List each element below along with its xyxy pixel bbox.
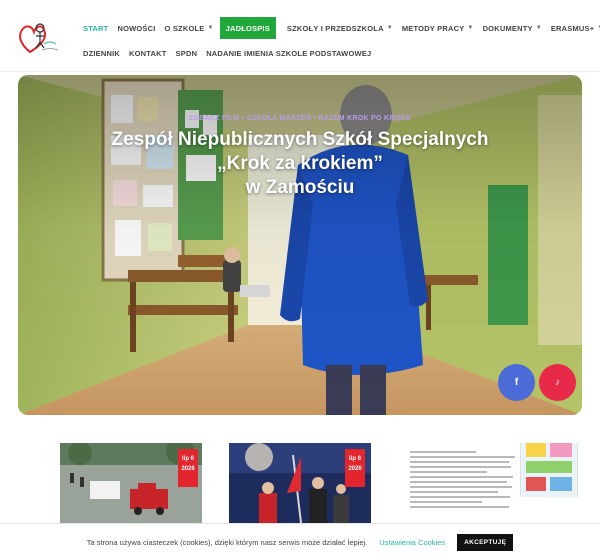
nav-label: NOWOŚCI	[117, 23, 156, 33]
hero-kicker: ZOBACZ FILM • SZKOŁA MARZEŃ • RAZEM KROK…	[188, 115, 412, 122]
news-card-document[interactable]	[400, 443, 580, 523]
nav-o-szkole[interactable]: O SZKOLE ▼	[162, 18, 220, 38]
text-line	[410, 451, 476, 453]
cookie-message: Ta strona używa ciasteczek (cookies), dz…	[86, 537, 368, 547]
chevron-down-icon: ▼	[467, 25, 474, 31]
date-badge: lip 6 2026	[345, 449, 365, 487]
text-line	[410, 471, 487, 473]
site-header: START NOWOŚCI O SZKOLE ▼ JADŁOSPIS SZKOŁY…	[0, 0, 600, 72]
nav-label: DZIENNIK	[83, 48, 121, 58]
text-line	[410, 456, 515, 458]
date-year: 2026	[348, 466, 362, 472]
nav-nowosci[interactable]: NOWOŚCI	[114, 18, 161, 38]
nav-erasmus[interactable]: ERASMUS+▼	[548, 18, 600, 38]
main-navigation: START NOWOŚCI O SZKOLE ▼ JADŁOSPIS SZKOŁY…	[80, 16, 600, 66]
nav-start[interactable]: START	[80, 18, 114, 38]
logo-heart-icon	[19, 23, 59, 54]
facebook-icon: f	[514, 377, 519, 388]
document-text-preview	[410, 451, 520, 511]
hero-text-block: ZOBACZ FILM • SZKOŁA MARZEŃ • RAZEM KROK…	[18, 115, 582, 200]
nav-label: SPDN	[175, 48, 198, 58]
text-line	[410, 501, 482, 503]
cookie-accept-button[interactable]: AKCEPTUJĘ	[457, 533, 514, 551]
school-logo[interactable]	[18, 18, 64, 58]
nav-label: JADŁOSPIS	[225, 23, 270, 33]
chevron-down-icon: ▼	[386, 25, 393, 31]
chevron-down-icon: ▼	[535, 25, 542, 31]
hero-video-banner[interactable]: ZOBACZ FILM • SZKOŁA MARZEŃ • RAZEM KROK…	[18, 75, 582, 415]
hero-title-line: „Krok za krokiem”	[217, 153, 383, 174]
tiktok-button[interactable]: ♪	[539, 364, 576, 401]
date-day: lip 6	[181, 456, 194, 462]
nav-metody-pracy[interactable]: METODY PRACY ▼	[399, 18, 480, 38]
nav-label: METODY PRACY	[401, 23, 465, 33]
text-line	[410, 481, 507, 483]
date-day: lip 6	[348, 456, 361, 462]
date-year: 2026	[181, 466, 195, 472]
nav-kontakt[interactable]: KONTAKT	[126, 43, 173, 63]
text-line	[410, 506, 509, 508]
nav-label: NADANIE IMIENIA SZKOLE PODSTAWOWEJ	[206, 48, 372, 58]
tiktok-icon: ♪	[555, 377, 560, 388]
nav-szkoly-i-przedszkola[interactable]: SZKOŁY I PRZEDSZKOLA ▼	[284, 18, 399, 38]
nav-label: DOKUMENTY	[482, 23, 533, 33]
nav-dokumenty[interactable]: DOKUMENTY ▼	[480, 18, 548, 38]
text-line	[410, 461, 509, 463]
chevron-down-icon: ▼	[207, 25, 214, 31]
text-line	[410, 486, 513, 488]
text-line	[410, 476, 514, 478]
nav-label: ERASMUS+	[550, 23, 595, 33]
nav-jadlospis[interactable]: JADŁOSPIS	[219, 17, 276, 39]
hero-title: Zespół Niepublicznych Szkół Specjalnych …	[18, 128, 582, 200]
nav-row-secondary: DZIENNIK KONTAKT SPDN NADANIE IMIENIA SZ…	[80, 41, 585, 65]
nav-label: KONTAKT	[129, 48, 167, 58]
date-badge: lip 6 2026	[178, 449, 198, 487]
hero-title-line: Zespół Niepublicznych Szkół Specjalnych	[111, 129, 489, 150]
nav-spdn[interactable]: SPDN	[173, 43, 204, 63]
nav-row-primary: START NOWOŚCI O SZKOLE ▼ JADŁOSPIS SZKOŁY…	[80, 16, 600, 40]
text-line	[410, 466, 512, 468]
nav-dziennik[interactable]: DZIENNIK	[80, 43, 126, 63]
nav-label: SZKOŁY I PRZEDSZKOLA	[286, 23, 384, 33]
hero-title-line: w Zamościu	[245, 177, 355, 198]
facebook-button[interactable]: f	[498, 364, 535, 401]
nav-nadanie-imienia[interactable]: NADANIE IMIENIA SZKOLE PODSTAWOWEJ	[203, 43, 377, 63]
news-card[interactable]: lip 6 2026	[60, 443, 202, 523]
cookie-settings-link[interactable]: Ustawienia Cookies	[379, 538, 445, 547]
news-card[interactable]: lip 6 2026	[229, 443, 371, 523]
cookie-consent-bar: Ta strona używa ciasteczek (cookies), dz…	[0, 523, 600, 560]
event-poster-image	[520, 443, 578, 497]
nav-label: O SZKOLE	[164, 23, 205, 33]
text-line	[410, 491, 498, 493]
text-line	[410, 496, 511, 498]
nav-label: START	[83, 23, 109, 33]
